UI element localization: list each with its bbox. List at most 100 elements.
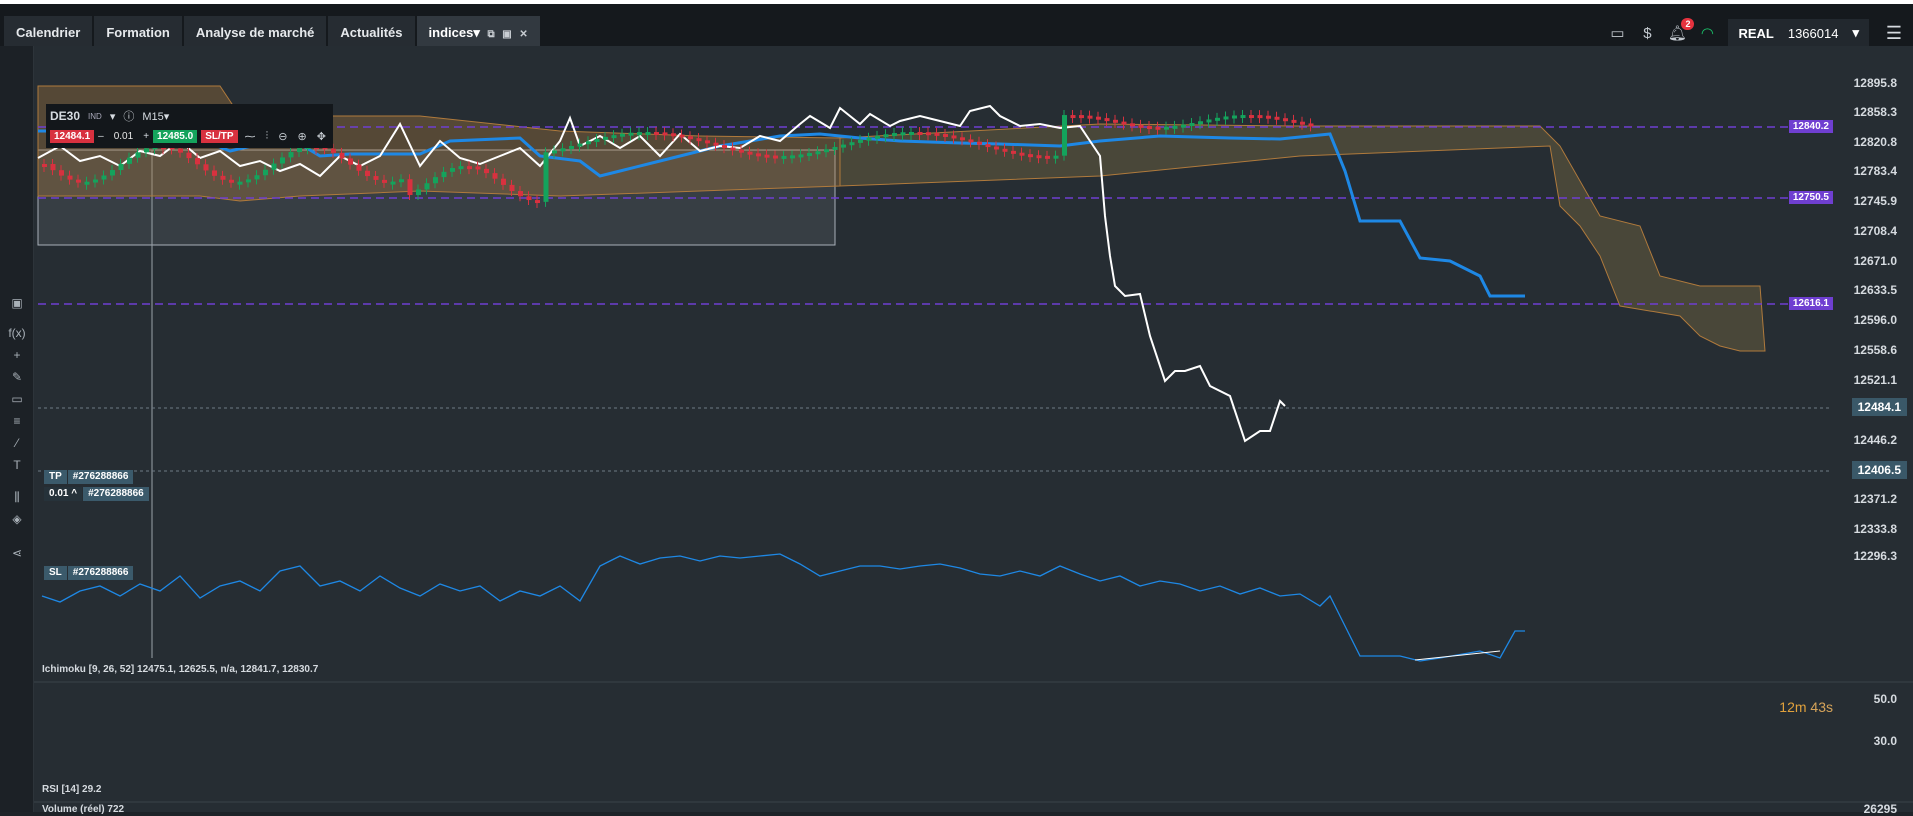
- candle-body: [1096, 116, 1101, 120]
- candle-body: [994, 146, 999, 150]
- close-icon[interactable]: ✕: [519, 29, 527, 40]
- zoom-out-icon[interactable]: ⊖: [275, 130, 290, 143]
- sl-label: SL: [44, 566, 67, 580]
- sl-position-tag[interactable]: SL #276288866: [44, 566, 134, 580]
- candle-body: [790, 155, 795, 159]
- candle-body: [756, 153, 761, 157]
- timeframe-select[interactable]: M15▾: [142, 110, 169, 123]
- candle-body: [705, 140, 710, 144]
- fibonacci-icon[interactable]: ≡: [4, 410, 30, 432]
- candle-body: [688, 136, 693, 140]
- candle-body: [1045, 155, 1050, 159]
- candle-body: [220, 175, 226, 180]
- candle-body: [798, 154, 804, 158]
- tab-bar: Calendrier Formation Analyse de marché A…: [4, 16, 542, 50]
- tab-analyse-marche[interactable]: Analyse de marché: [183, 16, 327, 50]
- crosshair-icon[interactable]: ✥: [314, 130, 329, 143]
- price-axis-label: 12708.4: [1853, 224, 1897, 238]
- sell-button[interactable]: 12484.1: [50, 129, 95, 143]
- screen-icon[interactable]: ▣: [4, 292, 30, 314]
- candle-body: [271, 163, 277, 170]
- price-chart[interactable]: [0, 46, 1913, 812]
- pencil-icon[interactable]: ✎: [4, 366, 30, 388]
- buy-button[interactable]: 12485.0: [153, 129, 198, 143]
- candle-body: [747, 151, 753, 155]
- candle-body: [1274, 116, 1280, 120]
- tp-position-tag[interactable]: TP #276288866: [44, 470, 134, 484]
- position-tag[interactable]: 0.01 ^ #276288866: [44, 487, 150, 501]
- indicators-icon[interactable]: ⫶: [263, 130, 272, 143]
- bell-icon[interactable]: 🔔︎ 2: [1664, 18, 1695, 46]
- candle-body: [722, 145, 727, 149]
- price-axis-label: 12296.3: [1853, 549, 1897, 563]
- candle-body: [628, 132, 634, 136]
- tab-actualites[interactable]: Actualités: [328, 16, 415, 50]
- tab-formation[interactable]: Formation: [94, 16, 182, 50]
- decrease-qty-button[interactable]: –: [98, 131, 104, 142]
- popout-icon[interactable]: ⧉: [487, 29, 494, 40]
- tab-indices-label: indices▾: [428, 25, 480, 40]
- candle-body: [815, 151, 821, 155]
- account-selector[interactable]: REAL 1366014 ▾: [1728, 19, 1869, 47]
- sltp-button[interactable]: SL/TP: [201, 129, 238, 143]
- candle-body: [1266, 115, 1271, 119]
- windows-icon[interactable]: ▣: [502, 29, 511, 40]
- candle-body: [892, 133, 897, 137]
- chevron-down-icon[interactable]: ▾: [110, 110, 116, 123]
- candle-body: [288, 152, 294, 158]
- level-tag-1[interactable]: 12840.2: [1788, 120, 1833, 133]
- candle-body: [76, 179, 81, 183]
- money-settings-icon[interactable]: $: [1634, 20, 1660, 46]
- tab-indices[interactable]: indices▾ ⧉ ▣ ✕: [416, 16, 540, 50]
- candle-body: [1053, 155, 1059, 159]
- account-number: 1366014: [1787, 25, 1839, 41]
- hamburger-menu-icon[interactable]: ☰: [1875, 19, 1913, 47]
- candle-body: [926, 132, 931, 136]
- candle-body: [1308, 123, 1314, 127]
- candle-body: [246, 179, 251, 183]
- layers-icon[interactable]: ◈: [4, 508, 30, 530]
- candle-body: [841, 144, 846, 148]
- ichimoku-label[interactable]: Ichimoku [9, 26, 52] 12475.1, 12625.5, n…: [42, 664, 318, 675]
- candle-body: [781, 155, 787, 159]
- line-chart-icon[interactable]: ⁓: [242, 130, 259, 143]
- candle-body: [1206, 119, 1212, 123]
- volume-label[interactable]: Volume (réel) 722: [42, 804, 124, 815]
- candle-body: [59, 170, 64, 176]
- fan-icon[interactable]: ⁄: [4, 432, 30, 454]
- candle-body: [1079, 115, 1084, 119]
- function-icon[interactable]: f(x): [4, 322, 30, 344]
- candle-body: [671, 133, 676, 137]
- price-axis-label: 12820.8: [1853, 135, 1897, 149]
- candle-body: [484, 168, 489, 174]
- crosshair-icon[interactable]: +: [4, 344, 30, 366]
- zoom-in-icon[interactable]: ⊕: [295, 130, 310, 143]
- sl-price-tag[interactable]: 12406.5: [1851, 461, 1907, 479]
- candle-body: [509, 184, 515, 192]
- rectangle-icon[interactable]: ▭: [4, 388, 30, 410]
- rsi-label[interactable]: RSI [14] 29.2: [42, 784, 101, 795]
- top-right-tools: ▭ $ 🔔︎ 2 ◠ REAL 1366014 ▾ ☰: [1602, 16, 1913, 50]
- candle-body: [526, 196, 532, 201]
- candle-body: [1257, 115, 1263, 119]
- candle-body: [467, 166, 472, 170]
- chart-area[interactable]: DE30 IND ▾ ⓘ M15▾ 12484.1 – 0.01 + 12485…: [0, 46, 1913, 816]
- candle-body: [662, 132, 668, 136]
- level-tag-2[interactable]: 12750.5: [1788, 191, 1833, 204]
- increase-qty-button[interactable]: +: [143, 131, 149, 142]
- tab-calendrier[interactable]: Calendrier: [4, 16, 93, 50]
- price-axis-label: 12783.4: [1853, 164, 1897, 178]
- layout-icon[interactable]: ▭: [1604, 20, 1630, 46]
- candle-body: [1002, 148, 1008, 152]
- text-icon[interactable]: T: [4, 454, 30, 476]
- info-icon[interactable]: ⓘ: [123, 108, 134, 124]
- candle-body: [1147, 126, 1152, 130]
- quantity-field[interactable]: 0.01: [108, 131, 139, 142]
- share-icon[interactable]: ⋖: [4, 542, 30, 564]
- candle-body: [1070, 115, 1076, 119]
- level-tag-3[interactable]: 12616.1: [1788, 297, 1833, 310]
- candle-body: [1215, 117, 1220, 121]
- tp-label: TP: [44, 470, 67, 484]
- adjust-icon[interactable]: ⫼: [4, 486, 30, 508]
- symbol-name[interactable]: DE30: [50, 109, 80, 123]
